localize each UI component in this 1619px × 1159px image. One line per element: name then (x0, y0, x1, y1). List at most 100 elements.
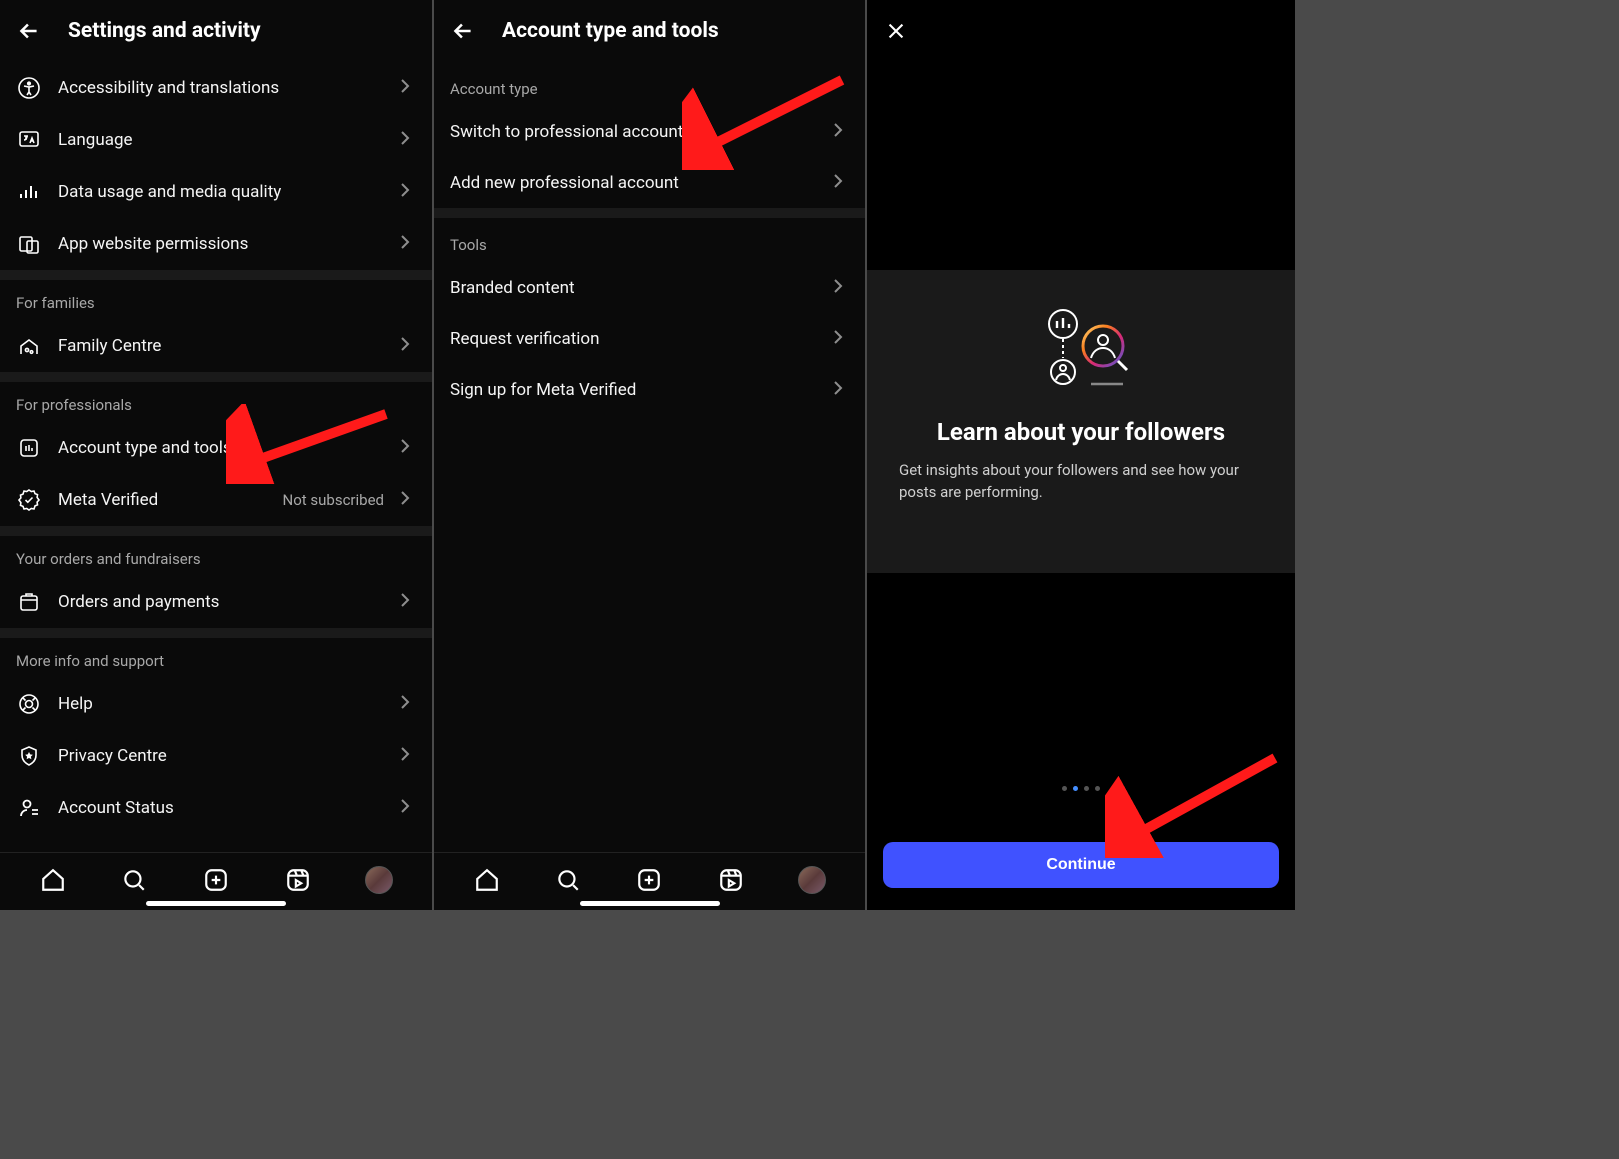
content: Account type Switch to professional acco… (434, 62, 865, 852)
header (867, 0, 1295, 62)
row-permissions[interactable]: App website permissions (0, 218, 432, 270)
permissions-icon (16, 231, 42, 257)
settings-screen: Settings and activity Accessibility and … (0, 0, 432, 910)
nav-create-icon[interactable] (627, 858, 671, 902)
avatar (365, 866, 393, 894)
row-sublabel: Not subscribed (283, 491, 384, 509)
row-family-centre[interactable]: Family Centre (0, 320, 432, 372)
nav-profile-avatar[interactable] (357, 858, 401, 902)
account-tools-icon (16, 435, 42, 461)
privacy-centre-icon (16, 743, 42, 769)
row-switch-professional[interactable]: Switch to professional account (434, 106, 865, 157)
header: Account type and tools (434, 0, 865, 62)
row-label: Help (58, 694, 384, 714)
onboarding-title: Learn about your followers (887, 418, 1275, 446)
avatar (798, 866, 826, 894)
nav-search-icon[interactable] (546, 858, 590, 902)
row-label: Request verification (450, 329, 817, 349)
back-arrow-icon[interactable] (450, 18, 476, 44)
row-branded-content[interactable]: Branded content (434, 262, 865, 313)
family-centre-icon (16, 333, 42, 359)
row-data-usage[interactable]: Data usage and media quality (0, 166, 432, 218)
row-label: Data usage and media quality (58, 182, 384, 202)
chevron-right-icon (400, 78, 416, 98)
row-request-verification[interactable]: Request verification (434, 313, 865, 364)
data-usage-icon (16, 179, 42, 205)
row-label: Family Centre (58, 336, 384, 356)
nav-reels-icon[interactable] (709, 858, 753, 902)
row-orders-payments[interactable]: Orders and payments (0, 576, 432, 628)
onboarding-screen: Learn about your followers Get insights … (867, 0, 1295, 910)
chevron-right-icon (400, 234, 416, 254)
dot (1095, 786, 1100, 791)
row-help[interactable]: Help (0, 678, 432, 730)
chevron-right-icon (833, 173, 849, 193)
insights-illustration-icon (887, 306, 1275, 396)
meta-verified-icon (16, 487, 42, 513)
language-icon (16, 127, 42, 153)
row-label: Accessibility and translations (58, 78, 384, 98)
chevron-right-icon (400, 336, 416, 356)
row-meta-verified[interactable]: Meta Verified Not subscribed (0, 474, 432, 526)
chevron-right-icon (833, 122, 849, 142)
chevron-right-icon (400, 746, 416, 766)
section-orders-header: Your orders and fundraisers (0, 536, 432, 576)
row-label: Add new professional account (450, 173, 817, 193)
nav-create-icon[interactable] (194, 858, 238, 902)
nav-home-icon[interactable] (465, 858, 509, 902)
row-label: App website permissions (58, 234, 384, 254)
nav-search-icon[interactable] (112, 858, 156, 902)
row-label: Account type and tools (58, 438, 384, 458)
row-add-professional[interactable]: Add new professional account (434, 157, 865, 208)
row-account-tools[interactable]: Account type and tools (0, 422, 432, 474)
home-indicator[interactable] (146, 901, 286, 906)
row-account-status[interactable]: Account Status (0, 782, 432, 834)
chevron-right-icon (833, 380, 849, 400)
row-label: Orders and payments (58, 592, 384, 612)
row-language[interactable]: Language (0, 114, 432, 166)
dot-active (1073, 786, 1078, 791)
section-support-header: More info and support (0, 638, 432, 678)
chevron-right-icon (400, 592, 416, 612)
back-arrow-icon[interactable] (16, 18, 42, 44)
section-professionals-header: For professionals (0, 382, 432, 422)
onboarding-card: Learn about your followers Get insights … (867, 270, 1295, 573)
page-dots (1062, 786, 1100, 791)
row-meta-verified-signup[interactable]: Sign up for Meta Verified (434, 364, 865, 415)
chevron-right-icon (400, 694, 416, 714)
accessibility-icon (16, 75, 42, 101)
home-indicator[interactable] (580, 901, 720, 906)
row-accessibility[interactable]: Accessibility and translations (0, 62, 432, 114)
close-icon[interactable] (883, 18, 909, 44)
row-label: Privacy Centre (58, 746, 384, 766)
account-status-icon (16, 795, 42, 821)
nav-profile-avatar[interactable] (790, 858, 834, 902)
section-account-type-header: Account type (434, 62, 865, 106)
chevron-right-icon (833, 329, 849, 349)
row-label: Meta Verified (58, 490, 267, 510)
nav-home-icon[interactable] (31, 858, 75, 902)
row-label: Branded content (450, 278, 817, 298)
row-privacy-centre[interactable]: Privacy Centre (0, 730, 432, 782)
help-icon (16, 691, 42, 717)
chevron-right-icon (400, 798, 416, 818)
chevron-right-icon (400, 182, 416, 202)
page-title: Settings and activity (68, 19, 261, 43)
nav-reels-icon[interactable] (276, 858, 320, 902)
row-label: Account Status (58, 798, 384, 818)
chevron-right-icon (833, 278, 849, 298)
orders-icon (16, 589, 42, 615)
section-tools-header: Tools (434, 218, 865, 262)
header: Settings and activity (0, 0, 432, 62)
row-label: Switch to professional account (450, 122, 817, 142)
chevron-right-icon (400, 130, 416, 150)
row-label: Language (58, 130, 384, 150)
onboarding-description: Get insights about your followers and se… (887, 460, 1275, 504)
chevron-right-icon (400, 438, 416, 458)
page-title: Account type and tools (502, 19, 719, 43)
account-type-screen: Account type and tools Account type Swit… (434, 0, 865, 910)
section-families-header: For families (0, 280, 432, 320)
content: Accessibility and translations Language … (0, 62, 432, 852)
dot (1084, 786, 1089, 791)
continue-button[interactable]: Continue (883, 842, 1279, 888)
